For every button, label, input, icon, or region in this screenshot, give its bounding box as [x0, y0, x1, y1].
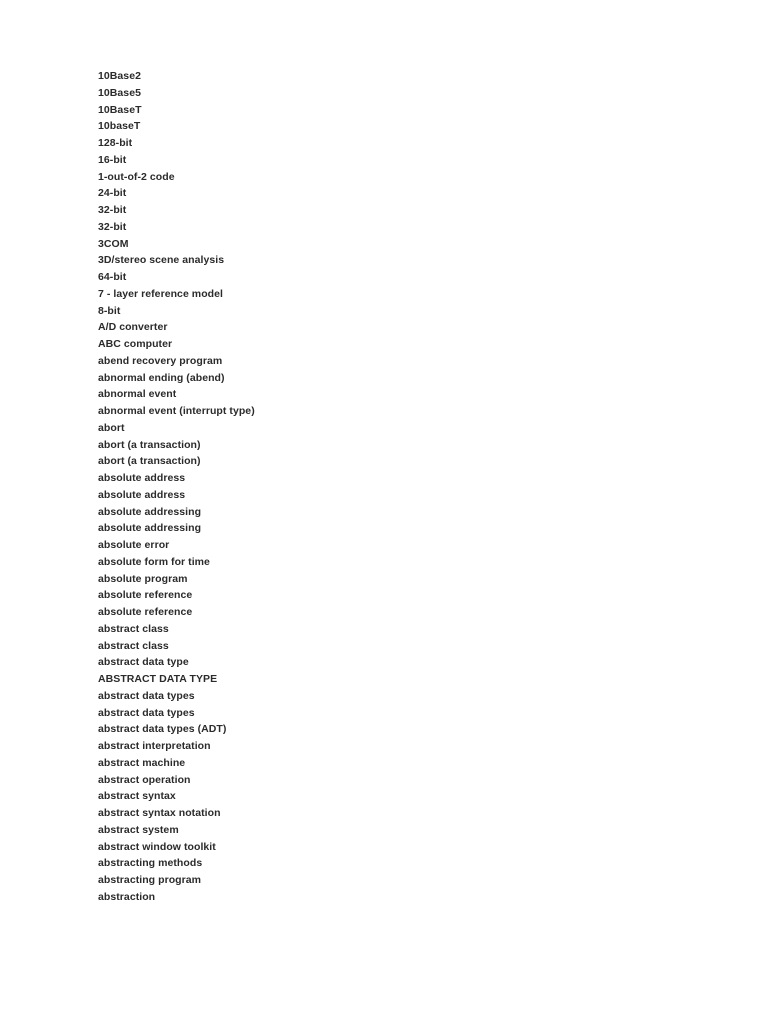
glossary-term: 10Base5 — [98, 86, 141, 99]
glossary-term: absolute address — [98, 472, 186, 484]
glossary-term: 128-bit — [98, 137, 133, 149]
glossary-term: abstract interpretation — [98, 740, 211, 752]
glossary-term: abstract system — [98, 823, 179, 836]
glossary-term: abnormal event (interrupt type) — [98, 405, 255, 417]
glossary-term: 32-bit — [98, 204, 127, 216]
glossary-term: 3D/stereo scene analysis — [98, 254, 225, 267]
glossary-term: 10Base2 — [98, 70, 141, 82]
glossary-term: 3COM — [98, 237, 129, 250]
glossary-term: 10BaseT — [98, 103, 142, 116]
glossary-term: abort (a transaction) — [98, 455, 201, 468]
glossary-term: absolute reference — [98, 606, 193, 618]
glossary-term: 24-bit — [98, 187, 127, 200]
glossary-term: abstract window toolkit — [98, 840, 216, 853]
glossary-term: abstract data type — [98, 656, 189, 669]
glossary-term: abstract data types — [98, 689, 195, 702]
glossary-term: abstracting program — [98, 874, 202, 886]
document-page: 10Base2 10Base5 10BaseT 10baseT 128-bit 16-bi… — [0, 0, 768, 1024]
glossary-term: abstracting methods — [98, 857, 203, 870]
glossary-term: A/D converter — [98, 321, 168, 334]
glossary-term: 10baseT — [98, 120, 141, 133]
glossary-term: 1-out-of-2 code — [98, 170, 175, 183]
glossary-term: abnormal event — [98, 388, 177, 401]
glossary-term: abort — [98, 421, 125, 434]
glossary-term: abstract operation — [98, 773, 191, 786]
glossary-term: 7 - layer reference model — [98, 287, 223, 300]
glossary-term: absolute addressing — [98, 522, 202, 535]
glossary-term: absolute addressing — [98, 505, 202, 518]
glossary-term: abstract machine — [98, 756, 186, 769]
glossary-term: 8-bit — [98, 304, 121, 317]
glossary-term: abnormal ending (abend) — [98, 371, 225, 384]
glossary-term: abstract syntax notation — [98, 807, 221, 819]
glossary-term: abstract syntax — [98, 790, 176, 803]
glossary-term: absolute error — [98, 539, 170, 551]
glossary-term: ABC computer — [98, 338, 173, 350]
glossary-term: absolute address — [98, 488, 186, 501]
glossary-term: abstract class — [98, 622, 169, 635]
glossary-term: abend recovery program — [98, 354, 223, 367]
glossary-term: absolute program — [98, 572, 188, 585]
glossary-term: ABSTRACT DATA TYPE — [98, 673, 218, 685]
glossary-term-list: 10Base2 10Base5 10BaseT 10baseT 128-bit 16-bi… — [98, 68, 698, 906]
glossary-term: 32-bit — [98, 220, 127, 233]
glossary-term: 64-bit — [98, 271, 127, 283]
glossary-term: abstract class — [98, 639, 169, 652]
glossary-term: abstract data types — [98, 706, 195, 719]
glossary-term: absolute form for time — [98, 555, 210, 568]
glossary-term: absolute reference — [98, 589, 193, 602]
glossary-term: abstraction — [98, 890, 156, 903]
glossary-term: abstract data types (ADT) — [98, 723, 227, 736]
glossary-term: abort (a transaction) — [98, 438, 201, 451]
glossary-term: 16-bit — [98, 153, 127, 166]
